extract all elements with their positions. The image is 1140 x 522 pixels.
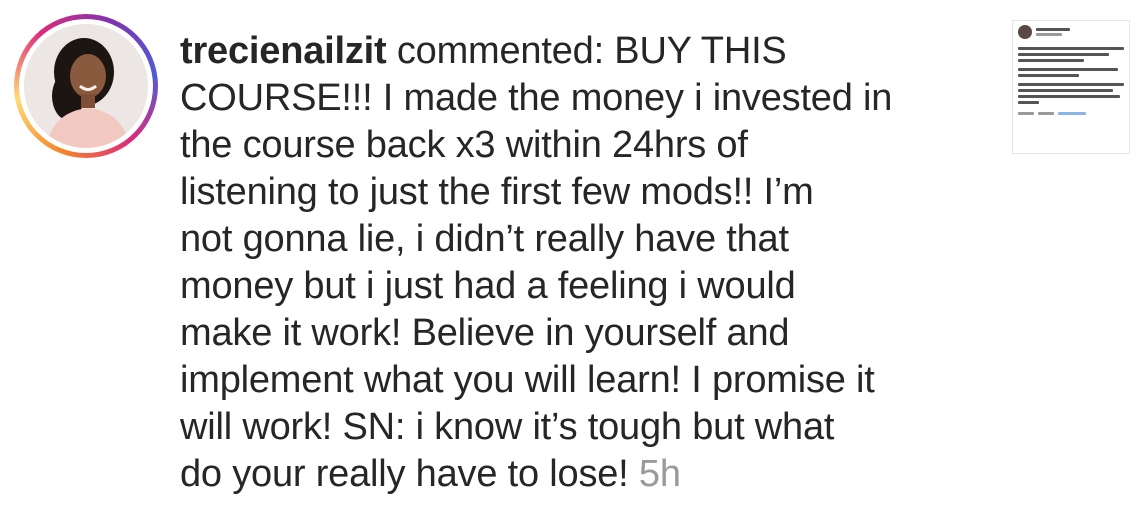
thumbnail-text-bar: [1018, 101, 1040, 104]
username-link[interactable]: trecienailzit: [180, 30, 387, 72]
thumbnail-footer: [1018, 112, 1124, 115]
thumbnail-text-bar: [1018, 89, 1114, 92]
timestamp: 5h: [638, 453, 681, 495]
comment-line-6: money but i just had a feeling i would: [180, 265, 796, 307]
thumbnail-text-bar: [1018, 59, 1084, 62]
avatar-gap: [19, 19, 153, 153]
comment-line-1: trecienailzit commented: BUY THIS: [180, 28, 1000, 75]
thumbnail-handle-bar: [1036, 33, 1062, 36]
avatar-photo-icon: [24, 24, 148, 148]
thumbnail-text-bar: [1018, 53, 1110, 56]
comment-line-5: not gonna lie, i didn’t really have that: [180, 218, 789, 260]
comment-line-10: do your really have to lose! 5h: [180, 451, 1000, 498]
comment-line-9: will work! SN: i know it’s tough but wha…: [180, 406, 835, 448]
thumbnail-header: [1018, 25, 1124, 39]
thumbnail-text-lines: [1018, 47, 1124, 104]
thumbnail-text-bar: [1018, 68, 1118, 71]
thumbnail-text-bar: [1018, 95, 1120, 98]
comment-line-7: make it work! Believe in yourself and: [180, 312, 790, 354]
thumbnail-text-bar: [1018, 83, 1124, 86]
comment-line-1-text: commented: BUY THIS: [386, 30, 787, 72]
comment-line-2: COURSE!!! I made the money i invested in: [180, 77, 893, 119]
thumbnail-avatar-icon: [1018, 25, 1032, 39]
avatar[interactable]: [24, 24, 148, 148]
thumbnail-link-bar: [1058, 112, 1086, 115]
thumbnail-text-bar: [1018, 74, 1080, 77]
story-ring[interactable]: [14, 14, 158, 158]
comment-text: trecienailzit commented: BUY THIS COURSE…: [180, 28, 1000, 498]
thumbnail-name-bar: [1036, 28, 1070, 31]
post-thumbnail[interactable]: [1012, 20, 1130, 154]
thumbnail-meta-bar: [1018, 112, 1034, 115]
thumbnail-meta-bar: [1038, 112, 1054, 115]
comment-line-3: the course back x3 within 24hrs of: [180, 124, 748, 166]
comment-line-4: listening to just the first few mods!! I…: [180, 171, 814, 213]
thumbnail-text-bar: [1018, 47, 1124, 50]
thumbnail-name-lines: [1036, 28, 1070, 36]
comment-line-8: implement what you will learn! I promise…: [180, 359, 875, 401]
comment-line-10-text: do your really have to lose!: [180, 453, 639, 495]
